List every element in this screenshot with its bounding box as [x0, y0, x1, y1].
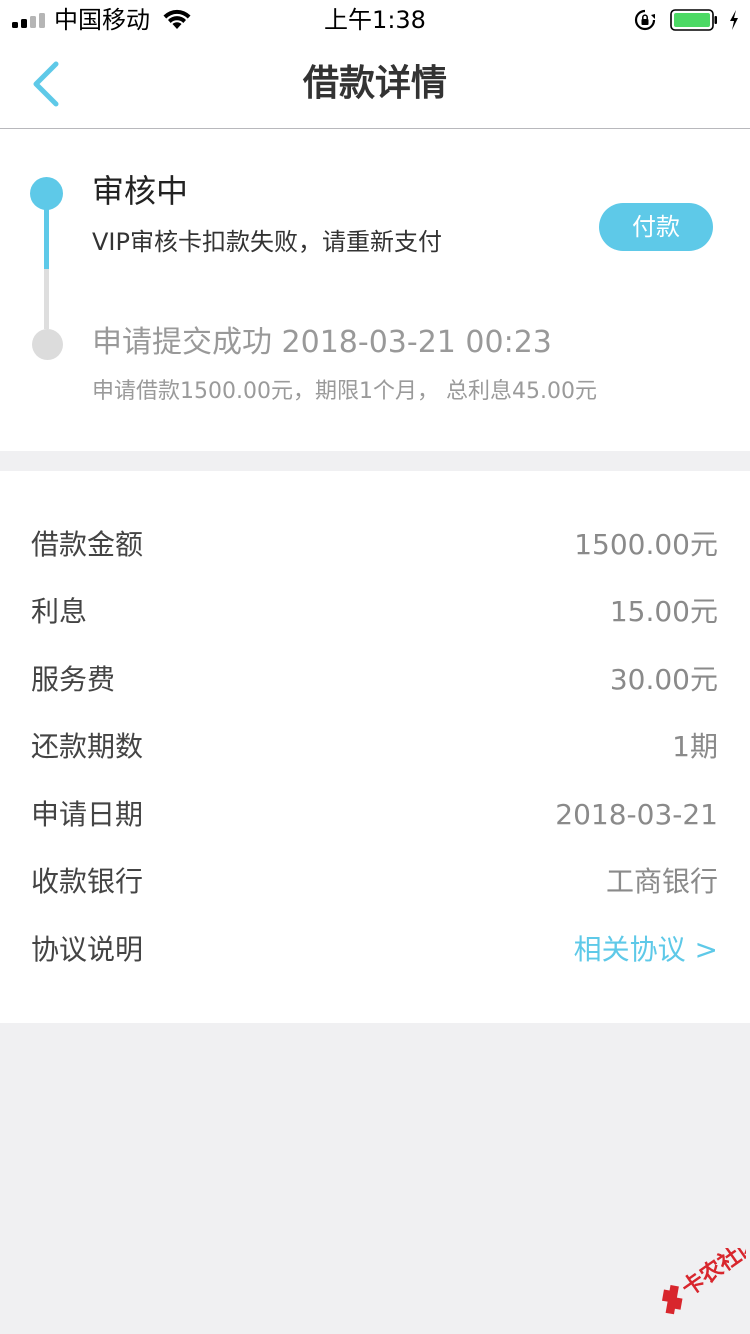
detail-value: 工商银行 [605, 865, 718, 898]
timeline-dot-current [30, 177, 63, 210]
detail-row-loan-amount: 借款金额 1500.00元 [0, 511, 750, 579]
status-bar: 中国移动 上午1:38 [0, 0, 750, 40]
battery-icon [670, 9, 717, 31]
watermark-text: 卡农社区 [677, 1248, 746, 1302]
detail-label: 借款金额 [31, 528, 144, 561]
detail-row-interest: 利息 15.00元 [0, 578, 750, 646]
detail-row-service-fee: 服务费 30.00元 [0, 646, 750, 714]
timeline-line-inactive [44, 269, 49, 329]
detail-value: 15.00元 [609, 595, 718, 628]
rotation-lock-icon [634, 9, 656, 31]
previous-step-description: 申请借款1500.00元，期限1个月， 总利息45.00元 [92, 379, 597, 404]
timeline-dot-previous [32, 329, 63, 360]
charging-bolt-icon [730, 10, 738, 30]
pay-button[interactable]: 付款 [599, 203, 713, 251]
detail-value: 1期 [672, 730, 718, 763]
watermark-logo: 卡农社区 [662, 1248, 746, 1315]
detail-label: 收款银行 [31, 865, 144, 898]
detail-label: 协议说明 [31, 933, 144, 966]
detail-row-repayment-periods: 还款期数 1期 [0, 713, 750, 781]
loan-details-card: 借款金额 1500.00元 利息 15.00元 服务费 30.00元 还款期数 … [0, 471, 750, 1023]
detail-row-application-date: 申请日期 2018-03-21 [0, 781, 750, 849]
detail-value: 1500.00元 [574, 528, 718, 561]
detail-row-receiving-bank: 收款银行 工商银行 [0, 848, 750, 916]
related-agreements-link[interactable]: 相关协议 > [574, 916, 718, 984]
previous-step-title: 申请提交成功 2018-03-21 00:23 [92, 325, 552, 360]
detail-label: 服务费 [31, 663, 116, 696]
navigation-bar: 借款详情 [0, 40, 750, 129]
detail-label: 申请日期 [31, 798, 144, 831]
detail-value: 30.00元 [609, 663, 718, 696]
back-chevron-icon[interactable] [22, 58, 70, 110]
detail-value: 2018-03-21 [555, 798, 718, 831]
loan-progress-card: 审核中 VIP审核卡扣款失败，请重新支付 付款 申请提交成功 2018-03-2… [0, 129, 750, 451]
detail-label: 利息 [31, 595, 88, 628]
current-step-title: 审核中 [92, 172, 189, 210]
detail-row-agreement[interactable]: 协议说明 相关协议 > [0, 916, 750, 984]
page-title: 借款详情 [302, 63, 447, 104]
current-step-description: VIP审核卡扣款失败，请重新支付 [92, 228, 442, 256]
detail-label: 还款期数 [31, 730, 144, 763]
